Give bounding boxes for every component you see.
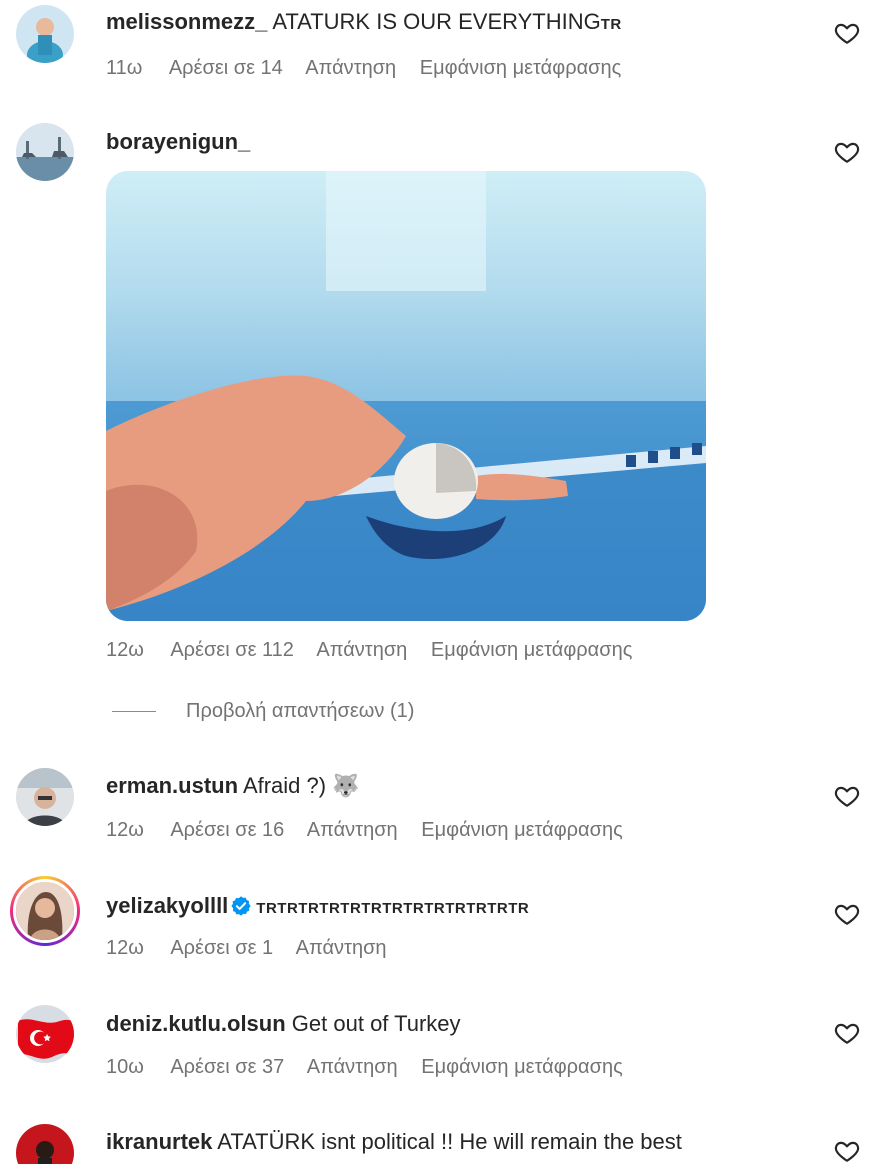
like-heart-icon[interactable] [834,1020,860,1046]
reply-button[interactable]: Απάντηση [305,57,396,79]
avatar[interactable] [16,5,74,63]
view-replies-label[interactable]: Προβολή απαντήσεων (1) [186,700,414,722]
comment-username[interactable]: borayenigun_ [106,129,250,154]
like-heart-icon[interactable] [834,139,860,165]
reply-button[interactable]: Απάντηση [307,1056,398,1078]
comment-text: TRTRTRTRTRTRTRTRTRTRTRTRTR [256,900,530,917]
likes-count[interactable]: Αρέσει σε 14 [169,57,283,79]
like-heart-icon[interactable] [834,20,860,46]
comment-text: ATATURK IS OUR EVERYTHING [272,9,601,34]
comment-username[interactable]: deniz.kutlu.olsun [106,1011,286,1036]
comment-time[interactable]: 10ω [106,1056,144,1078]
wolf-emoji: 🐺 [332,773,360,798]
like-heart-icon[interactable] [834,901,860,927]
comment-username[interactable]: yelizakyollll [106,893,228,918]
comment-time[interactable]: 11ω [106,57,142,79]
see-translation-button[interactable]: Εμφάνιση μετάφρασης [421,1056,623,1078]
like-heart-icon[interactable] [834,1138,860,1164]
reply-button[interactable]: Απάντηση [316,639,407,661]
comment-time[interactable]: 12ω [106,819,144,841]
flag-emoji: TR [600,16,622,33]
like-heart-icon[interactable] [834,783,860,809]
replies-divider [112,711,156,713]
likes-count[interactable]: Αρέσει σε 37 [170,1056,284,1078]
comment-username[interactable]: melissonmezz_ [106,9,267,34]
likes-count[interactable]: Αρέσει σε 112 [170,639,294,661]
see-translation-button[interactable]: Εμφάνιση μετάφρασης [420,57,622,79]
avatar[interactable] [16,1005,74,1063]
avatar[interactable] [16,768,74,826]
comment-username[interactable]: ikranurtek [106,1129,212,1154]
see-translation-button[interactable]: Εμφάνιση μετάφρασης [421,819,623,841]
verified-badge-icon [231,896,251,916]
see-translation-button[interactable]: Εμφάνιση μετάφρασης [431,639,633,661]
view-replies-button[interactable]: Προβολή απαντήσεων (1) [112,700,414,723]
comment-gif-image[interactable] [106,171,706,621]
likes-count[interactable]: Αρέσει σε 16 [170,819,284,841]
likes-count[interactable]: Αρέσει σε 1 [170,937,273,959]
avatar[interactable] [10,876,80,946]
comment-text: ATATÜRK isnt political !! He will remain… [217,1129,682,1154]
avatar[interactable] [16,1124,74,1164]
comment-time[interactable]: 12ω [106,639,144,661]
comment-time[interactable]: 12ω [106,937,144,959]
comment-text: Afraid ?) [242,773,327,798]
comment-text: Get out of Turkey [291,1011,461,1036]
avatar[interactable] [16,123,74,181]
reply-button[interactable]: Απάντηση [296,937,387,959]
comment-username[interactable]: erman.ustun [106,773,238,798]
reply-button[interactable]: Απάντηση [307,819,398,841]
